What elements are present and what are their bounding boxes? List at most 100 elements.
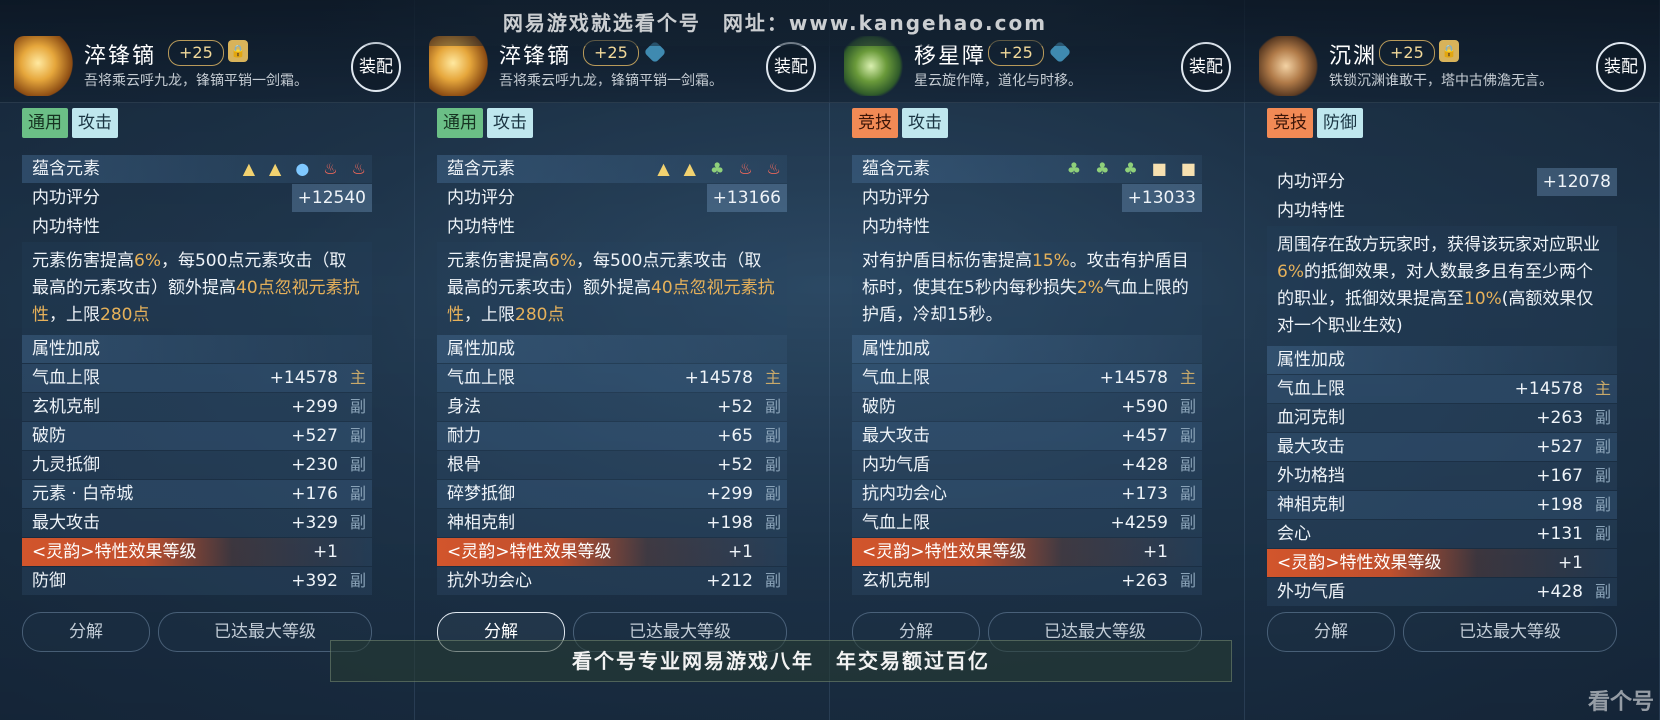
- stat-row: 气血上限 +14578 主: [22, 364, 372, 392]
- score-row: 内功评分 +13166: [437, 184, 787, 212]
- tag-group: 竞技 防御: [1267, 108, 1363, 138]
- tag-category: 通用: [22, 108, 68, 138]
- earth-element-icon: ▲: [657, 159, 670, 178]
- neigong-card-3[interactable]: 移星障 +25 星云旋作障，道化与时移。 装配 竞技 攻击 蕴含元素 ♣ ♣ ♣…: [830, 0, 1245, 720]
- wood-element-icon: ♣: [1095, 159, 1110, 178]
- watermark-banner-top: 网易游戏就选看个号 网址：www.kangehao.com: [320, 0, 1230, 46]
- max-level-button[interactable]: 已达最大等级: [1403, 612, 1617, 652]
- trait-description: 元素伤害提高6%，每500点元素攻击（取最高的元素攻击）额外提高40点忽视元素抗…: [437, 242, 787, 335]
- stat-row: 内功气盾 +428 副: [852, 451, 1202, 479]
- stat-row: 破防 +590 副: [852, 393, 1202, 421]
- element-icons: ▲ ▲ ♣ ♨ ♨: [657, 155, 781, 183]
- element-icons: ♣ ♣ ♣ ■ ■: [1067, 155, 1196, 183]
- elements-row: 蕴含元素 ▲ ▲ ♣ ♨ ♨: [437, 155, 787, 183]
- stat-row: 神相克制 +198 副: [437, 509, 787, 537]
- score-value: +12540: [291, 184, 372, 212]
- equip-button[interactable]: 装配: [351, 42, 401, 92]
- stat-row: 抗内功会心 +173 副: [852, 480, 1202, 508]
- earth-element-icon: ▲: [242, 159, 256, 178]
- score-row: 内功评分 +13033: [852, 184, 1202, 212]
- elements-row: 蕴含元素 ♣ ♣ ♣ ■ ■: [852, 155, 1202, 183]
- neigong-item-icon: [1259, 36, 1319, 96]
- neigong-card-1[interactable]: 淬锋镝 +25 🔒 吾将乘云呼九龙，锋镝平销一剑霜。 装配 通用 攻击 蕴含元素…: [0, 0, 415, 720]
- stat-row: 玄机克制 +299 副: [22, 393, 372, 421]
- decompose-button[interactable]: 分解: [22, 612, 150, 652]
- tag-type: 攻击: [487, 108, 533, 138]
- card-body: 蕴含元素 ♣ ♣ ♣ ■ ■ 内功评分 +13033 内功特性 对有护盾目标伤害…: [852, 155, 1202, 596]
- stat-row: 神相克制 +198 副: [1267, 491, 1617, 519]
- stat-row: 气血上限 +14578 主: [852, 364, 1202, 392]
- stat-row: 血河克制 +263 副: [1267, 404, 1617, 432]
- stat-row: 玄机克制 +263 副: [852, 567, 1202, 595]
- stat-row: 外功气盾 +428 副: [1267, 578, 1617, 606]
- trait-heading: 内功特性: [32, 217, 100, 237]
- trait-heading: 内功特性: [447, 217, 515, 237]
- equip-button[interactable]: 装配: [1181, 42, 1231, 92]
- item-description: 星云旋作障，道化与时移。: [914, 73, 1082, 89]
- fire-element-icon: ♨: [351, 159, 366, 178]
- trait-description: 对有护盾目标伤害提高15%。攻击有护盾目标时，使其在5秒内每秒损失2%气血上限的…: [852, 242, 1202, 335]
- tag-type: 防御: [1317, 108, 1363, 138]
- trait-description: 周围存在敌方玩家时，获得该玩家对应职业6%的抵御效果，对人数最多且有至少两个的职…: [1267, 226, 1617, 346]
- item-description: 吾将乘云呼九龙，锋镝平销一剑霜。: [499, 73, 723, 89]
- fire-element-icon: ♨: [323, 159, 338, 178]
- elements-label: 蕴含元素: [32, 159, 100, 179]
- stat-row: 最大攻击 +527 副: [1267, 433, 1617, 461]
- score-row: 内功评分 +12540: [22, 184, 372, 212]
- neigong-card-2[interactable]: 淬锋镝 +25 吾将乘云呼九龙，锋镝平销一剑霜。 装配 通用 攻击 蕴含元素 ▲…: [415, 0, 830, 720]
- lock-icon: 🔒: [228, 40, 248, 62]
- stat-row: 最大攻击 +457 副: [852, 422, 1202, 450]
- card-actions: 分解 已达最大等级: [22, 612, 372, 652]
- elements-label: 蕴含元素: [862, 159, 930, 179]
- lingyun-stat-row: <灵韵>特性效果等级 +1: [437, 538, 787, 566]
- trait-heading: 内功特性: [1277, 201, 1345, 221]
- stat-row: 耐力 +65 副: [437, 422, 787, 450]
- item-description: 吾将乘云呼九龙，锋镝平销一剑霜。: [84, 73, 308, 89]
- item-name: 淬锋镝: [84, 44, 157, 69]
- trait-description: 元素伤害提高6%，每500点元素攻击（取最高的元素攻击）额外提高40点忽视元素抗…: [22, 242, 372, 335]
- attr-heading: 属性加成: [437, 335, 787, 363]
- element-icons: ▲ ▲ ● ♨ ♨: [243, 155, 366, 183]
- tag-group: 通用 攻击: [437, 108, 533, 138]
- lock-icon: 🔒: [1439, 40, 1459, 62]
- stat-row: 根骨 +52 副: [437, 451, 787, 479]
- tag-group: 竞技 攻击: [852, 108, 948, 138]
- wood-element-icon: ♣: [1066, 159, 1082, 178]
- stat-row: 碎梦抵御 +299 副: [437, 480, 787, 508]
- water-element-icon: ●: [295, 159, 310, 178]
- card-body: 内功评分 +12078 内功特性 周围存在敌方玩家时，获得该玩家对应职业6%的抵…: [1267, 168, 1617, 607]
- decompose-button[interactable]: 分解: [1267, 612, 1395, 652]
- fire-element-icon: ♨: [766, 159, 781, 178]
- stat-row: 会心 +131 副: [1267, 520, 1617, 548]
- stat-row: 最大攻击 +329 副: [22, 509, 372, 537]
- stat-row: 抗外功会心 +212 副: [437, 567, 787, 595]
- metal-element-icon: ■: [1151, 159, 1167, 178]
- card-body: 蕴含元素 ▲ ▲ ● ♨ ♨ 内功评分 +12540 内功特性 元素伤害提高6%…: [22, 155, 372, 596]
- equip-button[interactable]: 装配: [1596, 42, 1646, 92]
- lingyun-stat-row: <灵韵>特性效果等级 +1: [22, 538, 372, 566]
- item-name: 沉渊: [1329, 44, 1378, 69]
- wood-element-icon: ♣: [1123, 159, 1138, 178]
- level-badge: +25: [168, 40, 224, 66]
- score-label: 内功评分: [1277, 172, 1345, 192]
- tag-group: 通用 攻击: [22, 108, 118, 138]
- earth-element-icon: ▲: [269, 159, 282, 178]
- lingyun-stat-row: <灵韵>特性效果等级 +1: [1267, 549, 1617, 577]
- tag-category: 竞技: [1267, 108, 1313, 138]
- stat-row: 元素 · 白帝城 +176 副: [22, 480, 372, 508]
- watermark-banner-bottom: 看个号专业网易游戏八年 年交易额过百亿: [330, 640, 1232, 682]
- item-description: 铁锁沉渊谁敢干，塔中古佛澹无言。: [1329, 73, 1553, 89]
- fire-element-icon: ♨: [738, 159, 753, 178]
- score-value: +12078: [1536, 168, 1617, 196]
- card-list: 淬锋镝 +25 🔒 吾将乘云呼九龙，锋镝平销一剑霜。 装配 通用 攻击 蕴含元素…: [0, 0, 1660, 720]
- elements-row: 蕴含元素 ▲ ▲ ● ♨ ♨: [22, 155, 372, 183]
- score-label: 内功评分: [32, 188, 100, 208]
- attr-heading: 属性加成: [22, 335, 372, 363]
- lingyun-stat-row: <灵韵>特性效果等级 +1: [852, 538, 1202, 566]
- earth-element-icon: ▲: [683, 159, 696, 178]
- neigong-card-4[interactable]: 沉渊 +25 🔒 铁锁沉渊谁敢干，塔中古佛澹无言。 装配 竞技 防御 内功评分 …: [1245, 0, 1660, 720]
- corner-logo: 看个号: [1587, 690, 1654, 715]
- stat-row: 身法 +52 副: [437, 393, 787, 421]
- equip-button[interactable]: 装配: [766, 42, 816, 92]
- neigong-item-icon: [14, 36, 74, 96]
